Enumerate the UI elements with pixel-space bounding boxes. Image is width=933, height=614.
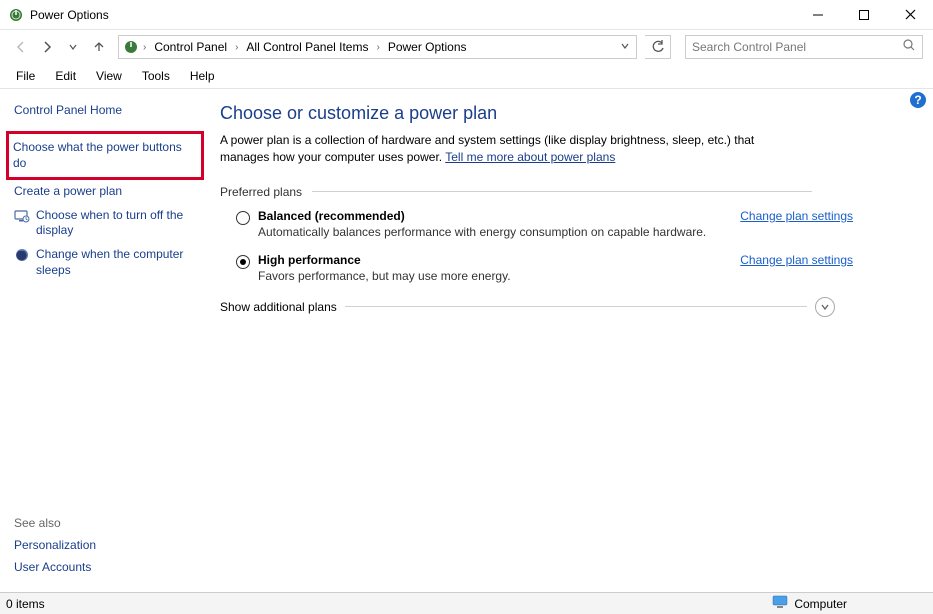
search-box[interactable]: [685, 35, 923, 59]
sidebar-item-power-buttons[interactable]: Choose what the power buttons do: [6, 131, 204, 180]
address-bar[interactable]: › Control Panel › All Control Panel Item…: [118, 35, 637, 59]
main-content: ? Choose or customize a power plan A pow…: [210, 89, 933, 592]
nav-row: › Control Panel › All Control Panel Item…: [0, 30, 933, 64]
breadcrumb-icon: [119, 36, 141, 58]
plan-desc: Automatically balances performance with …: [258, 225, 718, 239]
sidebar-item-label: Change when the computer sleeps: [36, 247, 196, 278]
up-button[interactable]: [88, 36, 110, 58]
see-also-user-accounts[interactable]: User Accounts: [14, 560, 96, 574]
sidebar-item-display-off[interactable]: Choose when to turn off the display: [14, 204, 196, 243]
menu-file[interactable]: File: [8, 67, 43, 85]
breadcrumb-seg-3[interactable]: Power Options: [382, 36, 473, 58]
recent-locations-button[interactable]: [62, 36, 84, 58]
sidebar-home-link[interactable]: Control Panel Home: [14, 103, 196, 117]
computer-icon: [772, 595, 788, 612]
plan-name: Balanced (recommended): [258, 209, 718, 223]
page-heading: Choose or customize a power plan: [220, 103, 913, 124]
show-additional-plans[interactable]: Show additional plans: [220, 297, 913, 317]
menu-view[interactable]: View: [88, 67, 130, 85]
radio-high-performance[interactable]: [236, 255, 250, 269]
menu-help[interactable]: Help: [182, 67, 223, 85]
change-plan-settings-link[interactable]: Change plan settings: [740, 253, 913, 267]
sidebar-item-label: Choose when to turn off the display: [36, 208, 196, 239]
chevron-right-icon[interactable]: ›: [141, 42, 148, 53]
divider: [345, 306, 807, 307]
plan-high-performance[interactable]: High performance Favors performance, but…: [236, 253, 913, 283]
status-left: 0 items: [6, 597, 45, 611]
refresh-button[interactable]: [645, 35, 671, 59]
title-bar: Power Options: [0, 0, 933, 30]
forward-button[interactable]: [36, 36, 58, 58]
breadcrumb-seg-2[interactable]: All Control Panel Items: [240, 36, 374, 58]
divider: [312, 191, 812, 192]
minimize-button[interactable]: [795, 0, 841, 30]
preferred-plans-label: Preferred plans: [220, 185, 913, 199]
plan-balanced[interactable]: Balanced (recommended) Automatically bal…: [236, 209, 913, 239]
plan-name: High performance: [258, 253, 718, 267]
svg-text:?: ?: [914, 93, 921, 107]
display-icon: [14, 208, 30, 224]
app-icon: [8, 7, 24, 23]
window-title: Power Options: [30, 8, 795, 22]
sidebar-item-create-plan[interactable]: Create a power plan: [14, 180, 196, 204]
sidebar: Control Panel Home Choose what the power…: [0, 89, 210, 592]
sleep-icon: [14, 247, 30, 263]
chevron-right-icon[interactable]: ›: [233, 42, 240, 53]
change-plan-settings-link[interactable]: Change plan settings: [740, 209, 913, 223]
radio-balanced[interactable]: [236, 211, 250, 225]
see-also-personalization[interactable]: Personalization: [14, 538, 96, 552]
help-icon[interactable]: ?: [909, 91, 927, 109]
back-button[interactable]: [10, 36, 32, 58]
search-input[interactable]: [692, 40, 902, 54]
see-also-header: See also: [14, 516, 96, 530]
chevron-right-icon[interactable]: ›: [374, 42, 381, 53]
status-right: Computer: [772, 595, 927, 612]
sidebar-item-label: Choose what the power buttons do: [13, 140, 197, 171]
status-right-text: Computer: [794, 597, 847, 611]
chevron-down-icon[interactable]: [620, 40, 630, 54]
breadcrumb-seg-1[interactable]: Control Panel: [148, 36, 233, 58]
menu-tools[interactable]: Tools: [134, 67, 178, 85]
tell-me-more-link[interactable]: Tell me more about power plans: [445, 150, 615, 164]
sidebar-item-sleep[interactable]: Change when the computer sleeps: [14, 243, 196, 282]
see-also: See also Personalization User Accounts: [14, 516, 96, 582]
maximize-button[interactable]: [841, 0, 887, 30]
show-additional-label: Show additional plans: [220, 300, 337, 314]
page-description: A power plan is a collection of hardware…: [220, 132, 800, 167]
menu-bar: File Edit View Tools Help: [0, 64, 933, 88]
chevron-down-icon[interactable]: [815, 297, 835, 317]
close-button[interactable]: [887, 0, 933, 30]
menu-edit[interactable]: Edit: [47, 67, 84, 85]
preferred-plans-text: Preferred plans: [220, 185, 302, 199]
sidebar-item-label: Create a power plan: [14, 184, 122, 200]
status-bar: 0 items Computer: [0, 592, 933, 614]
plan-desc: Favors performance, but may use more ene…: [258, 269, 718, 283]
search-icon[interactable]: [902, 38, 916, 57]
